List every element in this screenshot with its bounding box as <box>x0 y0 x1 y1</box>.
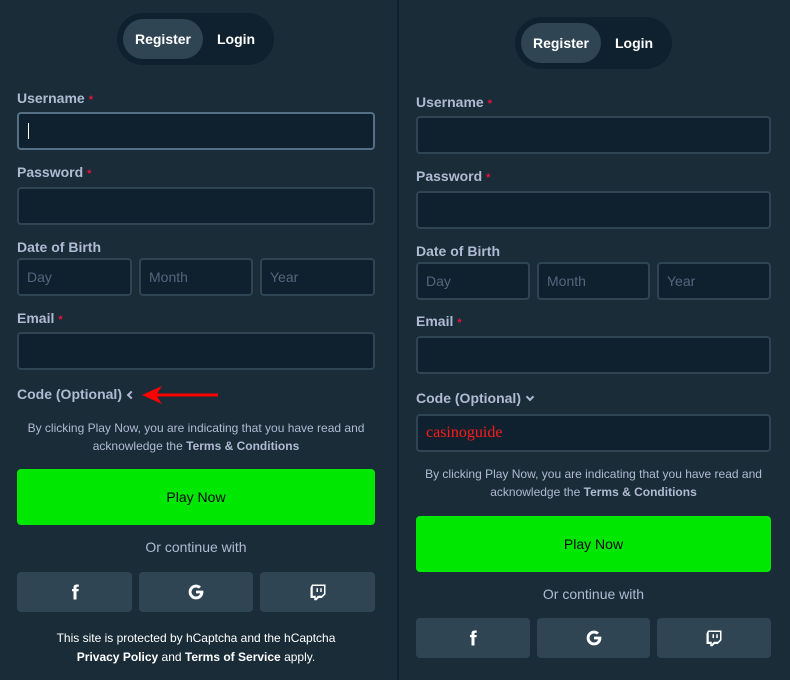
code-toggle[interactable]: Code (Optional) <box>416 390 535 406</box>
terms-text: By clicking Play Now, you are indicating… <box>27 421 365 453</box>
facebook-icon <box>470 630 477 646</box>
dob-day-input[interactable]: Day <box>17 258 132 296</box>
email-label: Email * <box>416 313 462 329</box>
terms-link[interactable]: Terms & Conditions <box>584 485 697 499</box>
code-input[interactable]: casinoguide <box>416 414 771 452</box>
google-button[interactable] <box>139 572 253 612</box>
auth-toggle: Register Login <box>117 13 274 65</box>
dob-day-input[interactable]: Day <box>416 262 530 300</box>
privacy-policy-link[interactable]: Privacy Policy <box>77 650 158 664</box>
tab-login[interactable]: Login <box>203 19 269 59</box>
email-input[interactable] <box>17 332 375 370</box>
register-panel-right: Register Login Username * Password * Date … <box>399 0 790 680</box>
code-toggle[interactable]: Code (Optional) <box>17 386 136 402</box>
password-label: Password * <box>416 168 491 184</box>
text-caret <box>28 123 29 139</box>
dob-year-input[interactable]: Year <box>260 258 375 296</box>
email-input[interactable] <box>416 336 771 374</box>
dob-year-input[interactable]: Year <box>657 262 771 300</box>
username-input[interactable] <box>17 112 375 150</box>
facebook-button[interactable] <box>416 618 530 658</box>
email-label: Email * <box>17 310 63 326</box>
hcaptcha-notice: This site is protected by hCaptcha and t… <box>56 631 336 664</box>
auth-toggle: Register Login <box>515 17 672 69</box>
dob-label: Date of Birth <box>416 243 500 259</box>
password-label: Password * <box>17 164 92 180</box>
username-label: Username * <box>17 90 93 106</box>
red-arrow-annotation <box>142 386 218 404</box>
facebook-icon <box>71 584 79 600</box>
username-input[interactable] <box>416 116 771 154</box>
tab-login[interactable]: Login <box>601 23 667 63</box>
or-continue-text: Or continue with <box>542 586 645 602</box>
google-button[interactable] <box>537 618 650 658</box>
tab-register[interactable]: Register <box>521 23 601 63</box>
dob-label: Date of Birth <box>17 239 101 255</box>
play-now-button[interactable]: Play Now <box>416 516 771 572</box>
or-continue-text: Or continue with <box>145 539 247 555</box>
password-input[interactable] <box>17 187 375 225</box>
code-value: casinoguide <box>426 424 503 441</box>
dob-month-input[interactable]: Month <box>139 258 253 296</box>
google-icon <box>586 630 601 646</box>
register-panel-left: Register Login Username * Password * Date … <box>0 0 397 680</box>
terms-text: By clicking Play Now, you are indicating… <box>425 467 762 499</box>
play-now-button[interactable]: Play Now <box>17 469 375 525</box>
terms-of-service-link[interactable]: Terms of Service <box>185 650 281 664</box>
tab-register[interactable]: Register <box>123 19 203 59</box>
terms-link[interactable]: Terms & Conditions <box>186 439 299 453</box>
google-icon <box>188 584 204 600</box>
chevron-left-icon <box>126 390 136 400</box>
twitch-icon <box>310 584 325 601</box>
password-input[interactable] <box>416 191 771 229</box>
username-label: Username * <box>416 94 492 110</box>
twitch-button[interactable] <box>657 618 771 658</box>
twitch-button[interactable] <box>260 572 375 612</box>
twitch-icon <box>706 630 722 647</box>
dob-month-input[interactable]: Month <box>537 262 650 300</box>
chevron-down-icon <box>525 392 535 402</box>
facebook-button[interactable] <box>17 572 132 612</box>
